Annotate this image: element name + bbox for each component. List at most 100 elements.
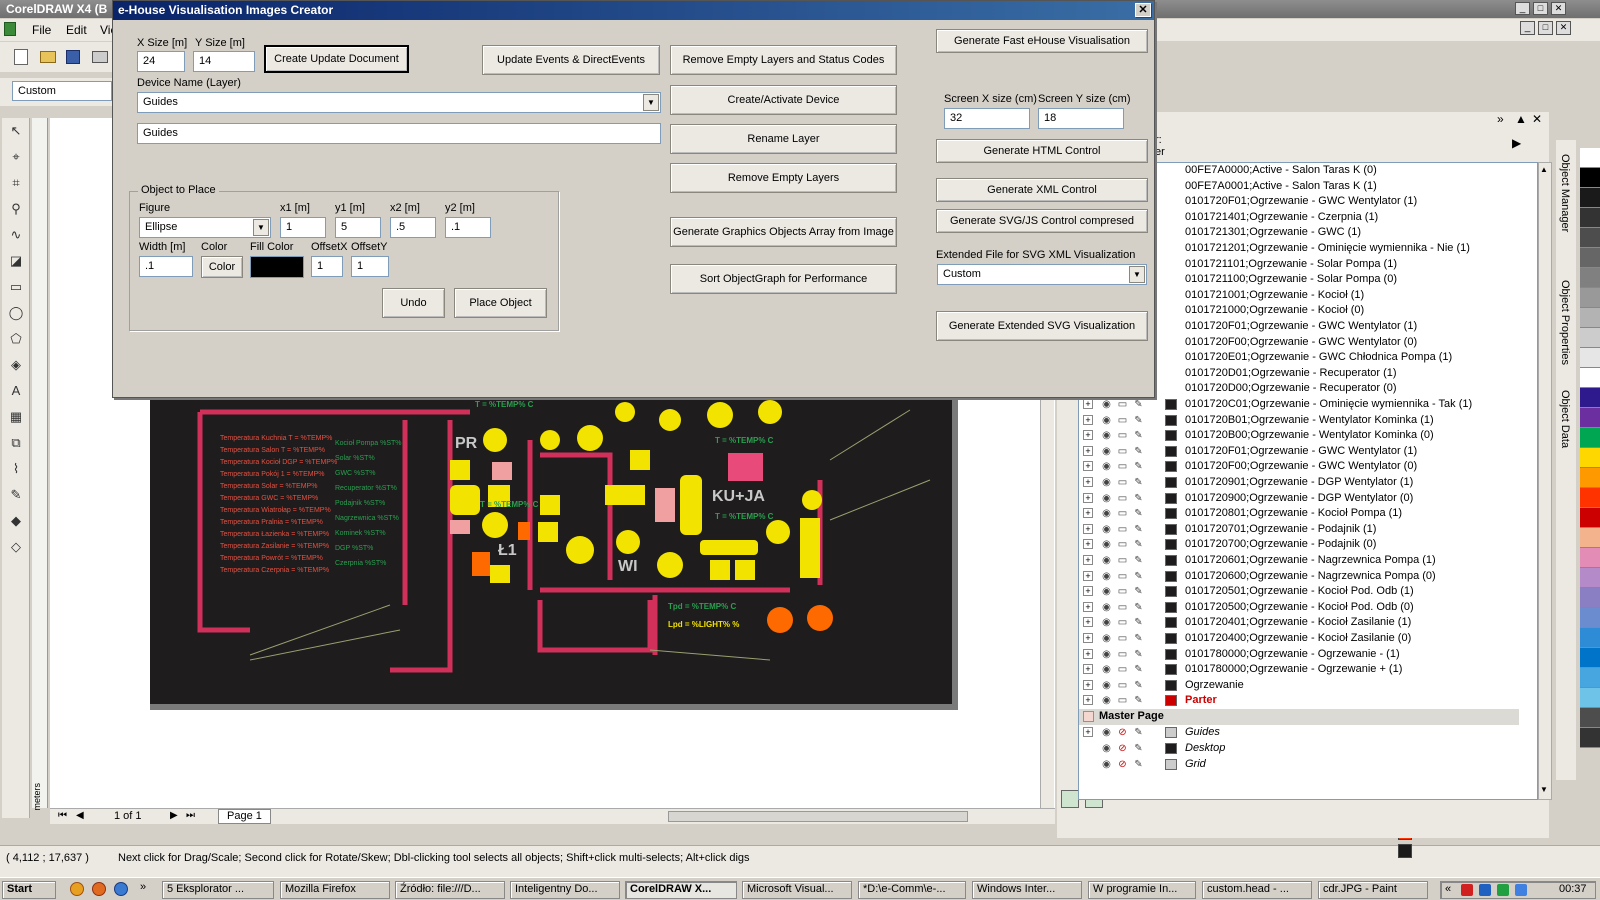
x1-input[interactable]: 1 — [280, 217, 326, 238]
taskbar-item[interactable]: Microsoft Visual... — [742, 881, 852, 899]
crop-tool-icon[interactable]: ⌗ — [5, 172, 27, 194]
taskbar-item[interactable]: Windows Inter... — [972, 881, 1082, 899]
chevron-down-icon[interactable]: ▼ — [1129, 266, 1145, 283]
generate-svg-js-control-button[interactable]: Generate SVG/JS Control compresed — [936, 209, 1148, 233]
expand-icon[interactable]: + — [1083, 399, 1093, 409]
chrome-icon[interactable] — [70, 882, 84, 896]
edit-pencil-icon[interactable]: ✎ — [1133, 539, 1144, 550]
polygon-tool-icon[interactable]: ⬠ — [5, 328, 27, 350]
new-layer-icon[interactable] — [1061, 790, 1079, 808]
edit-pencil-icon[interactable]: ✎ — [1133, 555, 1144, 566]
chevron-down-icon[interactable]: ▼ — [253, 219, 269, 236]
edit-pencil-icon[interactable]: ✎ — [1133, 617, 1144, 628]
ellipse-tool-icon[interactable]: ◯ — [5, 302, 27, 324]
zoom-tool-icon[interactable]: ⚲ — [5, 198, 27, 220]
expand-icon[interactable]: + — [1083, 602, 1093, 612]
firefox-icon[interactable] — [92, 882, 106, 896]
visibility-eye-icon[interactable]: ◉ — [1101, 649, 1112, 660]
printer-icon[interactable]: ▭ — [1117, 415, 1128, 426]
scroll-up-icon[interactable]: ▲ — [1540, 165, 1548, 174]
generate-graphics-array-button[interactable]: Generate Graphics Objects Array from Ima… — [670, 217, 897, 247]
place-object-button[interactable]: Place Object — [454, 288, 547, 318]
list-item[interactable]: + ◉ ▭ ✎ 0101780000;Ogrzewanie - Ogrzewanie -… — [1079, 647, 1519, 663]
printer-icon[interactable]: ▭ — [1117, 477, 1128, 488]
x2-input[interactable]: .5 — [390, 217, 436, 238]
edit-pencil-icon[interactable]: ✎ — [1133, 759, 1144, 770]
palette-swatch[interactable] — [1580, 688, 1600, 708]
doc-restore-icon[interactable]: □ — [1538, 21, 1553, 35]
visibility-eye-icon[interactable]: ◉ — [1101, 555, 1112, 566]
print-icon[interactable] — [92, 51, 108, 63]
palette-swatch[interactable] — [1580, 288, 1600, 308]
taskbar-item[interactable]: Inteligentny Do... — [510, 881, 620, 899]
list-item[interactable]: + ◉ ▭ ✎ 0101720601;Ogrzewanie - Nagrzewnica … — [1079, 553, 1519, 569]
palette-swatch[interactable] — [1580, 448, 1600, 468]
printer-icon[interactable]: ▭ — [1117, 524, 1128, 535]
expand-icon[interactable]: + — [1083, 680, 1093, 690]
list-item[interactable]: + ◉ ▭ ✎ 0101720900;Ogrzewanie - DGP Wentylat… — [1079, 491, 1519, 507]
close-icon[interactable]: ✕ — [1551, 2, 1566, 15]
page-next-icon[interactable]: ▶ — [170, 810, 178, 821]
visibility-eye-icon[interactable]: ◉ — [1101, 727, 1112, 738]
undo-button[interactable]: Undo — [382, 288, 445, 318]
expand-icon[interactable]: + — [1083, 695, 1093, 705]
printer-icon[interactable]: ▭ — [1117, 555, 1128, 566]
edit-pencil-icon[interactable]: ✎ — [1133, 571, 1144, 582]
visibility-eye-icon[interactable]: ◉ — [1101, 430, 1112, 441]
palette-swatch[interactable] — [1580, 708, 1600, 728]
palette-swatch[interactable] — [1580, 648, 1600, 668]
freehand-tool-icon[interactable]: ∿ — [5, 224, 27, 246]
sort-objectgraph-button[interactable]: Sort ObjectGraph for Performance — [670, 264, 897, 294]
pick-tool-icon[interactable]: ↖ — [5, 120, 27, 142]
floor-plan-image[interactable]: Temperatura Kuchnia T = %TEMP% Temperatu… — [150, 400, 958, 710]
network-icon[interactable] — [1479, 884, 1491, 896]
palette-swatch[interactable] — [1580, 188, 1600, 208]
palette-swatch[interactable] — [1580, 728, 1600, 748]
list-item[interactable]: + ◉ ▭ ✎ 0101720801;Ogrzewanie - Kocioł Pompa… — [1079, 506, 1519, 522]
edit-pencil-icon[interactable]: ✎ — [1133, 415, 1144, 426]
palette-swatch[interactable] — [1580, 408, 1600, 428]
list-item[interactable]: + ◉ ▭ ✎ 0101720C01;Ogrzewanie - Ominięcie wy… — [1079, 397, 1519, 413]
taskbar-item[interactable]: Mozilla Firefox — [280, 881, 390, 899]
extended-file-select[interactable]: Custom ▼ — [937, 264, 1147, 285]
edit-pencil-icon[interactable]: ✎ — [1133, 461, 1144, 472]
table-tool-icon[interactable]: ▦ — [5, 406, 27, 428]
tray-app-icon[interactable] — [1497, 884, 1509, 896]
outline-pen-icon[interactable]: ✎ — [5, 484, 27, 506]
expand-icon[interactable]: + — [1083, 664, 1093, 674]
fill-color-swatch[interactable] — [250, 256, 304, 278]
screen-y-input[interactable]: 18 — [1038, 108, 1124, 129]
screen-x-input[interactable]: 32 — [944, 108, 1030, 129]
palette-swatch[interactable] — [1580, 628, 1600, 648]
list-item[interactable]: + ◉ ▭ ✎ 0101720B01;Ogrzewanie - Wentylator K… — [1079, 413, 1519, 429]
tab-object-manager[interactable]: Object Manager — [1559, 154, 1571, 232]
taskbar-item[interactable]: Źródło: file:///D... — [395, 881, 505, 899]
horizontal-scroll-thumb[interactable] — [668, 811, 968, 822]
visibility-eye-icon[interactable]: ◉ — [1101, 493, 1112, 504]
palette-swatch[interactable] — [1580, 228, 1600, 248]
docker-menu-icon[interactable]: ▶ — [1512, 136, 1521, 150]
edit-pencil-icon[interactable]: ✎ — [1133, 524, 1144, 535]
create-activate-device-button[interactable]: Create/Activate Device — [670, 85, 897, 115]
paper-type-select[interactable]: Custom — [12, 81, 112, 101]
page-first-icon[interactable]: ⏮ — [58, 810, 67, 821]
palette-swatch[interactable] — [1580, 668, 1600, 688]
visibility-eye-icon[interactable]: ◉ — [1101, 524, 1112, 535]
edit-pencil-icon[interactable]: ✎ — [1133, 493, 1144, 504]
printer-icon[interactable]: ▭ — [1117, 539, 1128, 550]
expand-icon[interactable]: + — [1083, 571, 1093, 581]
edit-pencil-icon[interactable]: ✎ — [1133, 446, 1144, 457]
printer-icon[interactable]: ▭ — [1117, 617, 1128, 628]
page-last-icon[interactable]: ⏭ — [186, 810, 195, 821]
antivirus-icon[interactable] — [1461, 884, 1473, 896]
visibility-eye-icon[interactable]: ◉ — [1101, 759, 1112, 770]
edit-pencil-icon[interactable]: ✎ — [1133, 695, 1144, 706]
palette-swatch[interactable] — [1580, 368, 1600, 388]
list-item[interactable]: + ◉ ▭ ✎ 0101780000;Ogrzewanie - Ogrzewanie +… — [1079, 662, 1519, 678]
visibility-eye-icon[interactable]: ◉ — [1101, 446, 1112, 457]
edit-pencil-icon[interactable]: ✎ — [1133, 477, 1144, 488]
taskbar-item[interactable]: custom.head - ... — [1202, 881, 1312, 899]
dialog-close-button[interactable]: ✕ — [1135, 3, 1151, 17]
taskbar-item[interactable]: 5 Eksplorator ... — [162, 881, 274, 899]
remove-empty-layers-button[interactable]: Remove Empty Layers — [670, 163, 897, 193]
